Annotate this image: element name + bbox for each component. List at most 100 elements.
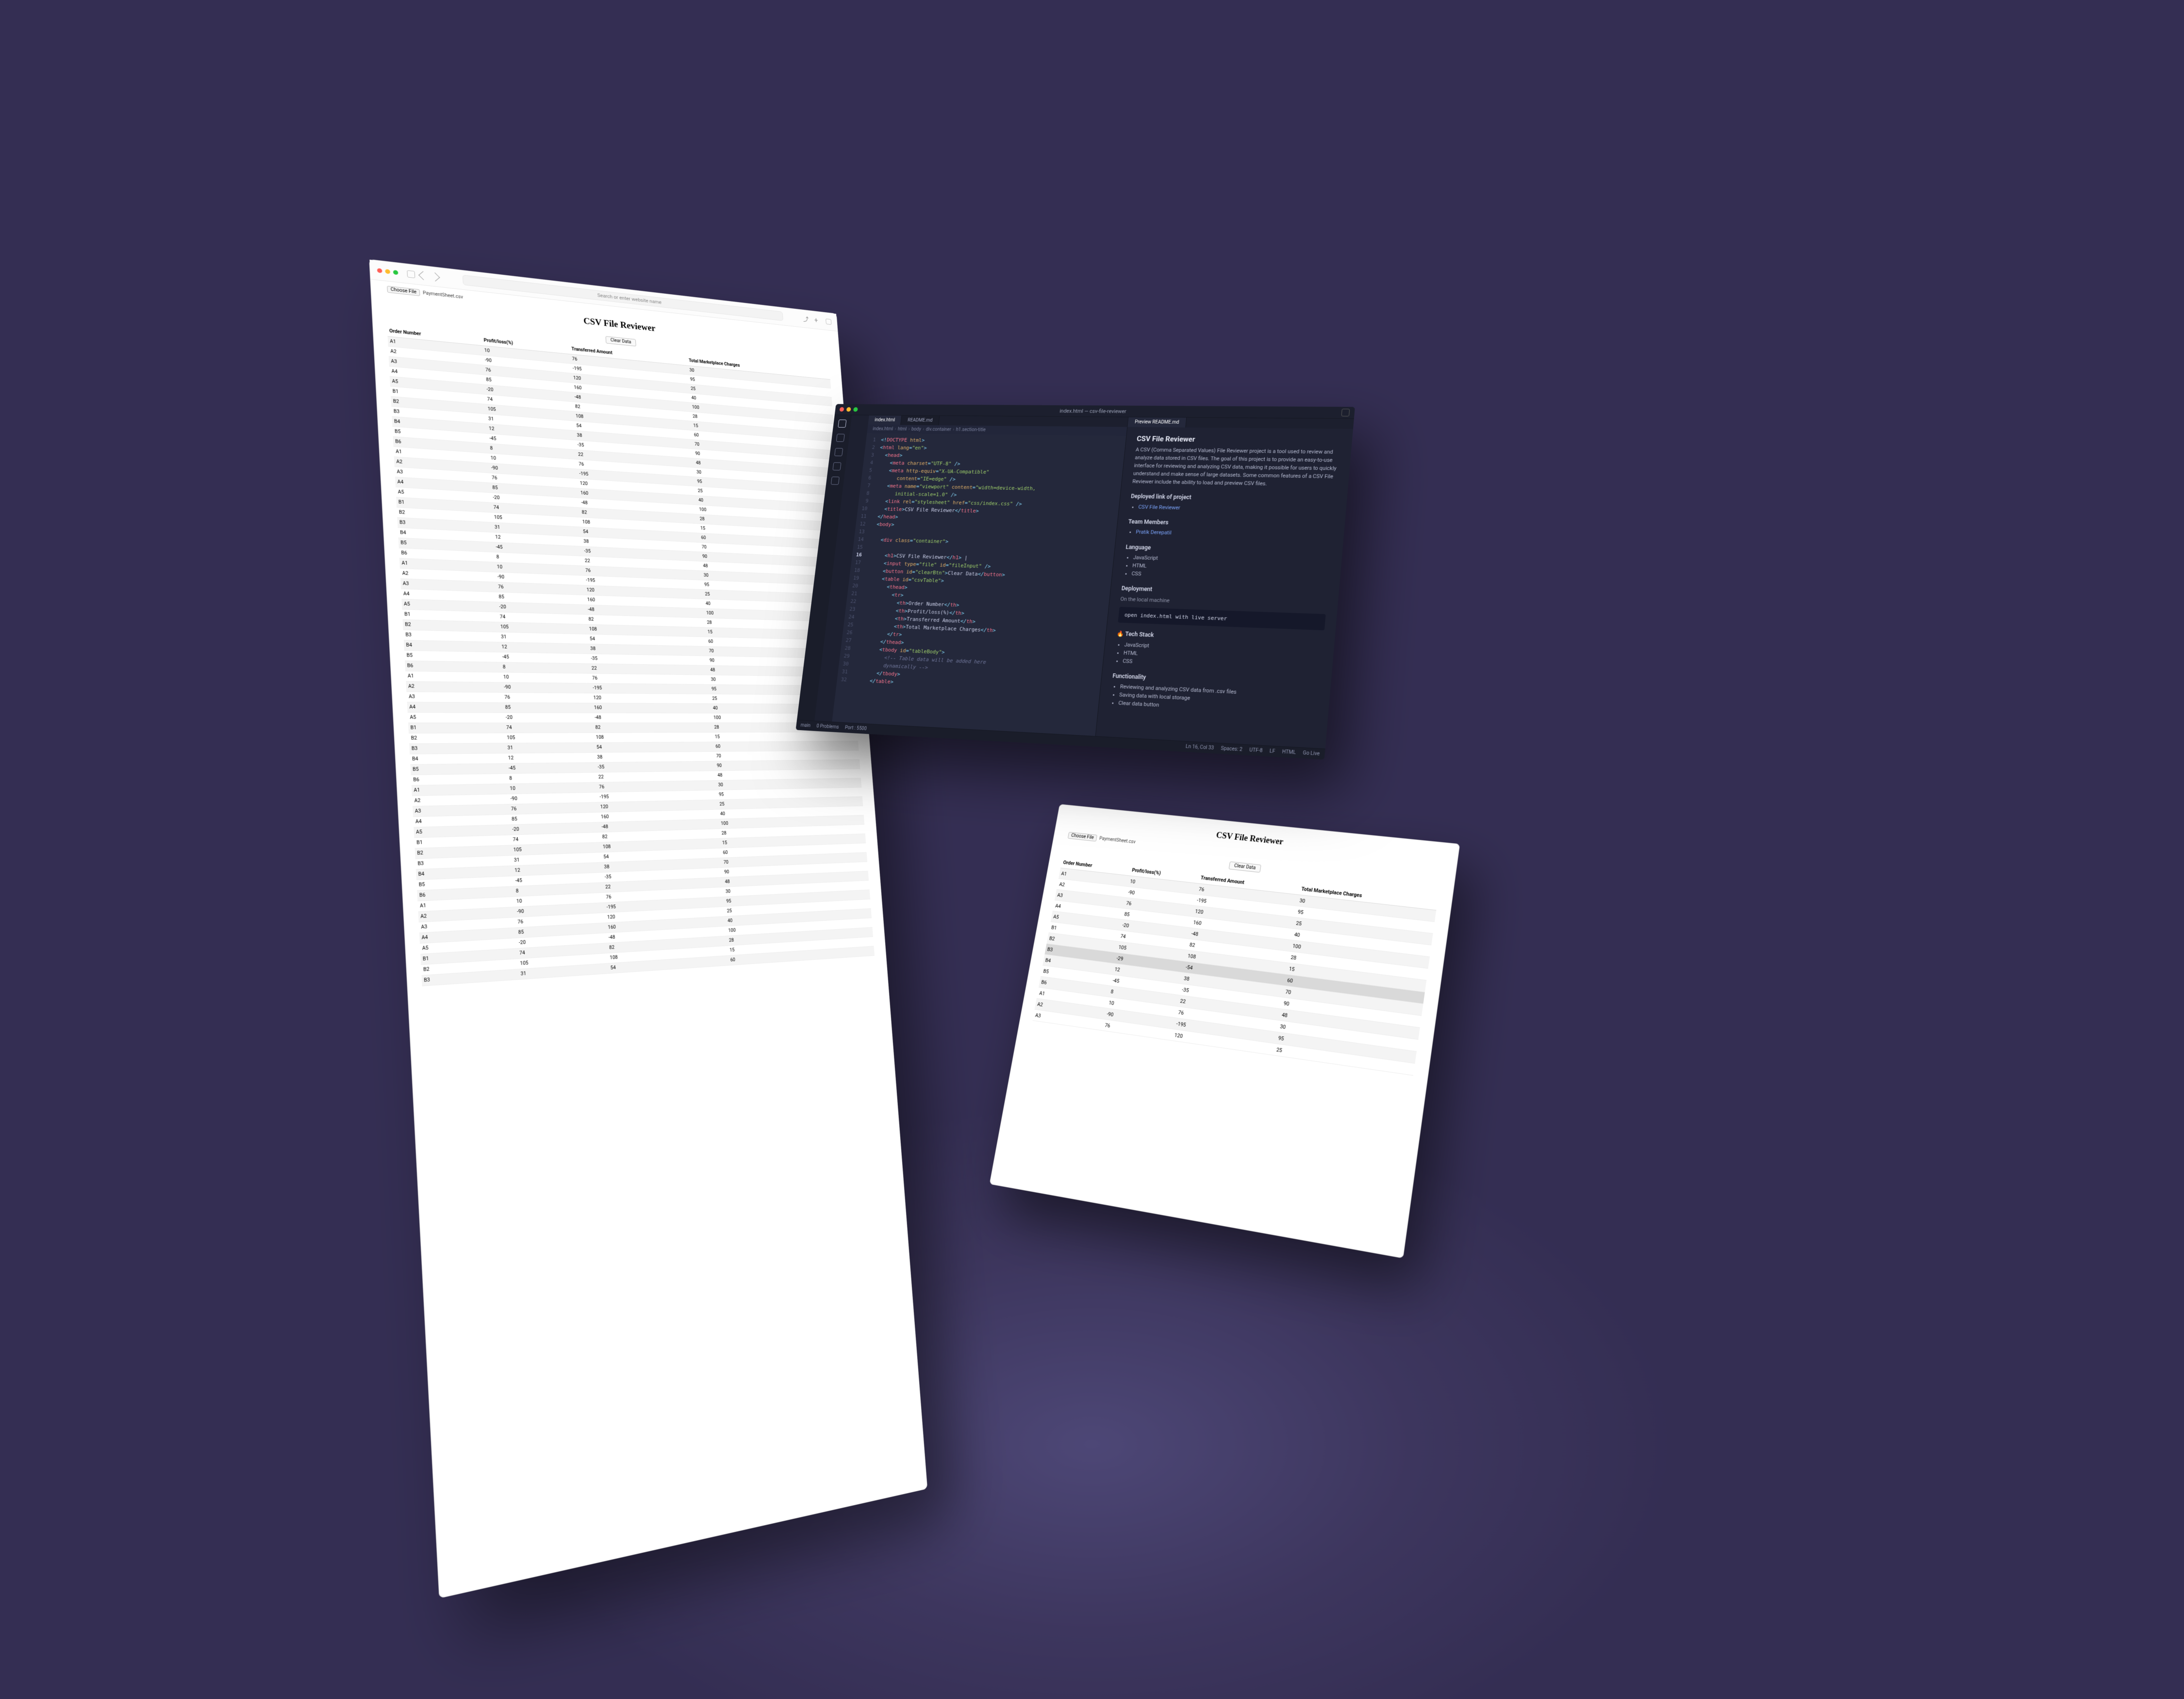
status-port[interactable]: Port : 5500 [844, 725, 867, 732]
table-row[interactable]: A2-90-19595 [418, 890, 870, 922]
table-row[interactable]: B5-45-3590 [393, 427, 837, 469]
clear-data-button[interactable]: Clear Data [1228, 862, 1261, 873]
table-row[interactable]: A5-20-48100 [396, 487, 841, 522]
breadcrumb[interactable]: h1.section-title [956, 427, 986, 433]
minimize-icon[interactable] [846, 407, 851, 412]
table-row[interactable]: B4123870 [404, 640, 852, 659]
explorer-icon[interactable] [838, 419, 846, 428]
table-row[interactable]: B682248 [411, 769, 861, 785]
table-row[interactable]: A2-90-19595 [394, 457, 839, 496]
table-row[interactable]: A5-20-48100 [414, 815, 864, 838]
table-row[interactable]: A1107630 [405, 671, 854, 686]
breadcrumb[interactable]: html [897, 427, 907, 432]
table-row[interactable]: B3315460 [415, 843, 867, 869]
table-row[interactable]: B3315460 [409, 741, 859, 754]
tabs-overview-icon[interactable] [826, 318, 831, 325]
table-row[interactable]: A5-20-48100 [408, 713, 857, 723]
readme-preview[interactable]: A CSV (Comma Separated Values) File Revi… [1098, 446, 1352, 726]
code-editor[interactable]: 1234567891011121314151617181920212223242… [832, 433, 1126, 736]
search-icon[interactable] [836, 434, 845, 442]
table-row[interactable]: B5-45-3590 [404, 650, 852, 667]
table-row[interactable]: A2-90-19595 [412, 787, 862, 806]
table-row[interactable]: A5-20-48100 [390, 376, 834, 424]
table-row[interactable]: A2-90-19595 [388, 346, 832, 397]
tab-readme[interactable]: README.md [901, 416, 940, 425]
table-row[interactable]: B1748228 [408, 723, 858, 733]
table-row[interactable]: A1107630 [394, 447, 839, 486]
table-row[interactable]: B682248 [399, 548, 845, 577]
table-row[interactable]: B4123870 [410, 750, 860, 765]
table-row[interactable]: B210510815 [397, 507, 843, 540]
table-row[interactable]: B5-45-3590 [398, 538, 845, 567]
source-control-icon[interactable] [834, 448, 843, 456]
window-controls[interactable] [377, 268, 398, 275]
table-row[interactable]: B682248 [393, 436, 838, 477]
window-controls[interactable] [839, 407, 858, 412]
breadcrumb[interactable]: body [911, 427, 921, 432]
table-row[interactable]: B5-45-3590 [410, 760, 860, 775]
maximize-icon[interactable] [853, 407, 858, 412]
new-tab-icon[interactable]: + [814, 316, 818, 324]
deployed-link[interactable]: CSV File Reviewer [1138, 504, 1180, 511]
table-row[interactable]: B4123870 [398, 528, 844, 559]
status-go-live[interactable]: Go Live [1303, 750, 1320, 757]
share-icon[interactable]: ⤴ [803, 315, 809, 323]
table-row[interactable]: B1748228 [390, 386, 834, 433]
table-row[interactable]: A1107630 [388, 336, 831, 388]
table-row[interactable]: B3315460 [391, 406, 836, 450]
table-row[interactable]: A5-20-48100 [420, 918, 872, 954]
table-row[interactable]: B5-45-3590 [416, 862, 868, 890]
extensions-icon[interactable] [831, 477, 840, 485]
status-encoding[interactable]: UTF-8 [1249, 748, 1263, 754]
breadcrumbs[interactable]: index.html› html› body› div.container› h… [867, 425, 1127, 436]
table-row[interactable]: A37612025 [400, 579, 847, 604]
run-debug-icon[interactable] [832, 462, 841, 470]
table-row[interactable]: A37612025 [407, 692, 856, 704]
close-icon[interactable] [839, 407, 844, 412]
table-row[interactable]: A2-90-19595 [400, 568, 847, 595]
table-row[interactable]: B210510815 [403, 619, 850, 640]
maximize-icon[interactable] [393, 270, 398, 275]
table-row[interactable]: A5-20-48100 [401, 599, 849, 622]
table-row[interactable]: B3315460 [403, 630, 851, 650]
back-icon[interactable] [418, 271, 428, 280]
table-row[interactable]: B3315460 [397, 517, 843, 550]
tab-index-html[interactable]: index.html [868, 416, 902, 425]
table-row[interactable]: B1748228 [396, 497, 842, 532]
table-row[interactable]: B210510815 [415, 834, 866, 859]
table-row[interactable]: A48516040 [407, 702, 856, 713]
table-row[interactable]: A48516040 [395, 477, 841, 513]
table-row[interactable]: A1107630 [399, 558, 846, 586]
status-eol[interactable]: LF [1269, 749, 1275, 754]
status-branch[interactable]: main [800, 723, 811, 729]
vscode-sidebar[interactable] [814, 415, 869, 721]
status-problems[interactable]: 0 Problems [816, 724, 839, 730]
status-cursor[interactable]: Ln 16, Col 33 [1185, 744, 1214, 751]
close-icon[interactable] [377, 268, 382, 273]
table-row[interactable]: A37612025 [395, 467, 840, 505]
table-row[interactable]: A2-90-19595 [406, 682, 854, 695]
table-row[interactable]: B1748228 [420, 927, 873, 965]
sidebar-toggle-icon[interactable] [407, 270, 415, 278]
table-row[interactable]: B4123870 [416, 852, 867, 880]
table-row[interactable]: A48516040 [419, 909, 872, 944]
table-row[interactable]: A48516040 [389, 366, 833, 415]
breadcrumb[interactable]: div.container [926, 427, 951, 433]
table-row[interactable]: A1107630 [412, 778, 862, 796]
table-row[interactable]: A37612025 [413, 797, 863, 817]
table-row[interactable]: B210510815 [409, 732, 858, 744]
address-bar[interactable]: Search or enter website name [463, 275, 783, 321]
table-row[interactable]: B1748228 [402, 609, 850, 631]
table-row[interactable]: A37612025 [419, 899, 871, 933]
table-row[interactable]: B1748228 [414, 824, 865, 848]
minimize-icon[interactable] [385, 269, 390, 274]
layout-icon[interactable] [1341, 409, 1350, 416]
clear-data-button[interactable]: Clear Data [605, 336, 636, 346]
table-row[interactable]: A48516040 [401, 589, 848, 613]
table-row[interactable]: A37612025 [389, 356, 832, 406]
table-row[interactable]: B210510815 [391, 396, 835, 442]
table-row[interactable]: B682248 [405, 661, 853, 677]
table-row[interactable]: B3315460 [422, 946, 875, 986]
choose-file-button[interactable]: Choose File [1068, 832, 1097, 842]
status-language[interactable]: HTML [1282, 750, 1296, 756]
